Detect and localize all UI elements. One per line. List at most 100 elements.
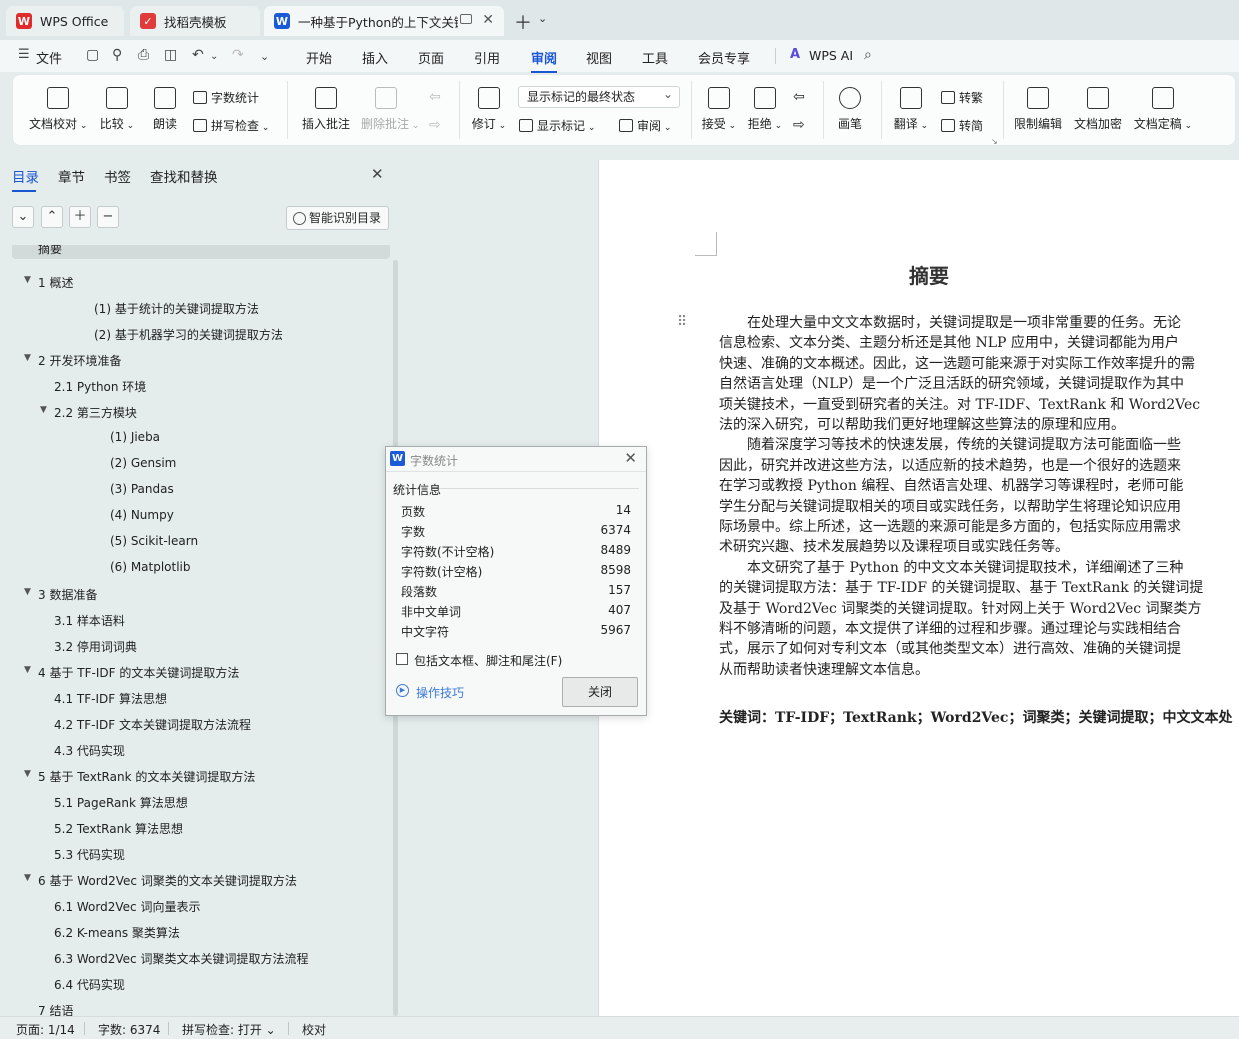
- encrypt-doc-button[interactable]: 文档加密: [1073, 87, 1123, 132]
- toc-item[interactable]: 5.2 TextRank 算法思想: [54, 820, 183, 837]
- more-chevron-icon[interactable]: ⌄: [260, 50, 269, 63]
- toc-item[interactable]: 2.1 Python 环境: [54, 378, 146, 395]
- expand-arrow-icon[interactable]: ▼: [24, 873, 31, 883]
- menu-view[interactable]: 视图: [586, 48, 612, 67]
- chevron-down-icon[interactable]: ⌄: [538, 12, 547, 25]
- toc-item[interactable]: 6.2 K-means 聚类算法: [54, 924, 180, 941]
- toc-item[interactable]: (3) Pandas: [110, 482, 174, 496]
- redo-icon[interactable]: ↷: [232, 47, 244, 63]
- toc-item-selected[interactable]: 摘要: [12, 245, 390, 259]
- toc-item[interactable]: ▼ 2 开发环境准备: [24, 352, 121, 369]
- smart-toc-button[interactable]: 智能识别目录: [286, 206, 389, 230]
- dialog-close-button[interactable]: 关闭: [562, 677, 638, 707]
- close-tab-icon[interactable]: ✕: [482, 12, 494, 28]
- menu-reference[interactable]: 引用: [474, 48, 500, 67]
- toc-item[interactable]: 4.2 TF-IDF 文本关键词提取方法流程: [54, 716, 251, 733]
- expand-arrow-icon[interactable]: ▼: [40, 405, 47, 415]
- expand-arrow-icon[interactable]: ▼: [24, 353, 31, 363]
- print-icon[interactable]: ⎙: [138, 47, 149, 63]
- nav-tab-toc[interactable]: 目录: [12, 166, 39, 192]
- markup-display-select[interactable]: 显示标记的最终状态: [518, 84, 680, 108]
- word-count-button[interactable]: 字数统计: [193, 89, 259, 106]
- undo-dropdown-icon[interactable]: ⌄: [210, 51, 218, 62]
- to-simplified-button[interactable]: 转简: [941, 117, 983, 134]
- show-markup-button[interactable]: 显示标记 ⌄: [519, 117, 595, 134]
- toc-item[interactable]: 4.1 TF-IDF 算法思想: [54, 690, 167, 707]
- toc-item[interactable]: ▼ 3 数据准备: [24, 586, 97, 603]
- toc-item[interactable]: (1) 基于统计的关键词提取方法: [94, 300, 259, 317]
- menu-start[interactable]: 开始: [306, 48, 332, 67]
- toc-item[interactable]: ▼ 6 基于 Word2Vec 词聚类的文本关键词提取方法: [24, 872, 297, 889]
- toc-item[interactable]: (2) Gensim: [110, 456, 176, 470]
- toc-item[interactable]: (4) Numpy: [110, 508, 174, 522]
- reject-button[interactable]: 拒绝 ⌄: [747, 87, 783, 132]
- menu-wps-ai[interactable]: WPS AI: [809, 48, 853, 63]
- restrict-edit-button[interactable]: 限制编辑: [1013, 87, 1063, 132]
- toc-item[interactable]: (5) Scikit-learn: [110, 534, 198, 548]
- new-tab-icon[interactable]: ＋: [514, 9, 532, 35]
- insert-comment-button[interactable]: 插入批注: [301, 87, 351, 132]
- search-icon[interactable]: ⌕: [864, 47, 872, 63]
- tips-link[interactable]: 操作技巧: [416, 684, 464, 701]
- toc-item[interactable]: (2) 基于机器学习的关键词提取方法: [94, 326, 283, 343]
- hamburger-icon[interactable]: ☰: [18, 47, 30, 62]
- drag-handle-icon[interactable]: ⠿: [677, 314, 687, 330]
- read-aloud-button[interactable]: 朗读: [149, 87, 181, 132]
- accept-button[interactable]: 接受 ⌄: [701, 87, 737, 132]
- status-proofread[interactable]: 校对: [302, 1021, 326, 1038]
- tab-document[interactable]: W 一种基于Python的上下文关键 ✕: [264, 6, 504, 36]
- tab-template[interactable]: ✓ 找稻壳模板: [130, 6, 260, 36]
- proofread-button[interactable]: 文档校对 ⌄: [29, 87, 87, 132]
- expand-up-button[interactable]: ⌃: [41, 206, 63, 228]
- toc-item[interactable]: 6.4 代码实现: [54, 976, 125, 993]
- expand-arrow-icon[interactable]: ▼: [24, 275, 31, 285]
- add-heading-button[interactable]: ＋: [69, 206, 91, 228]
- status-page[interactable]: 页面: 1/14: [16, 1021, 75, 1038]
- undo-icon[interactable]: ↶: [192, 47, 204, 63]
- toc-item[interactable]: 5.3 代码实现: [54, 846, 125, 863]
- expand-arrow-icon[interactable]: ▼: [24, 769, 31, 779]
- include-textbox-checkbox[interactable]: [396, 653, 408, 665]
- document-page[interactable]: 摘要 ⠿ 在处理大量中文文本数据时，关键词提取是一项非常重要的任务。无论 信息检索…: [598, 160, 1239, 1030]
- toc-item[interactable]: ▼ 2.2 第三方模块: [40, 404, 137, 421]
- next-comment-icon[interactable]: ⇨: [429, 117, 441, 133]
- spell-check-button[interactable]: 拼写检查 ⌄: [193, 117, 269, 134]
- expand-arrow-icon[interactable]: ▼: [24, 587, 31, 597]
- nav-tab-bookmarks[interactable]: 书签: [104, 166, 131, 186]
- toc-item[interactable]: 6.1 Word2Vec 词向量表示: [54, 898, 200, 915]
- nav-tab-find-replace[interactable]: 查找和替换: [150, 166, 218, 186]
- expand-group-icon[interactable]: ↘: [991, 137, 998, 146]
- toc-item[interactable]: (6) Matplotlib: [110, 560, 191, 574]
- delete-comment-button[interactable]: 删除批注 ⌄: [361, 87, 419, 132]
- toc-item[interactable]: 3.1 样本语料: [54, 612, 125, 629]
- dialog-close-icon[interactable]: ✕: [624, 449, 637, 467]
- compare-button[interactable]: 比较 ⌄: [97, 87, 137, 132]
- toc-item[interactable]: ▼ 5 基于 TextRank 的文本关键词提取方法: [24, 768, 255, 785]
- previous-change-icon[interactable]: ⇦: [793, 89, 805, 105]
- menu-file[interactable]: 文件: [36, 48, 62, 67]
- finalize-doc-button[interactable]: 文档定稿 ⌄: [1133, 87, 1193, 132]
- toc-item[interactable]: ▼ 4 基于 TF-IDF 的文本关键词提取方法: [24, 664, 239, 681]
- toc-item[interactable]: 3.2 停用词词典: [54, 638, 137, 655]
- next-change-icon[interactable]: ⇨: [793, 117, 805, 133]
- status-word-count[interactable]: 字数: 6374: [98, 1021, 160, 1038]
- menu-insert[interactable]: 插入: [362, 48, 388, 67]
- toc-item[interactable]: ▼ 1 概述: [24, 274, 73, 291]
- toc-item[interactable]: 6.3 Word2Vec 词聚类文本关键词提取方法流程: [54, 950, 308, 967]
- toc-item[interactable]: (1) Jieba: [110, 430, 160, 444]
- nav-tab-chapters[interactable]: 章节: [58, 166, 85, 186]
- expand-arrow-icon[interactable]: ▼: [24, 665, 31, 675]
- remove-heading-button[interactable]: −: [97, 206, 119, 228]
- menu-member[interactable]: 会员专享: [698, 48, 750, 67]
- previous-comment-icon[interactable]: ⇦: [429, 89, 441, 105]
- share-icon[interactable]: ⚲: [112, 47, 122, 63]
- to-traditional-button[interactable]: 转繁: [941, 89, 983, 106]
- monitor-icon[interactable]: [460, 14, 472, 24]
- close-pane-icon[interactable]: ✕: [371, 165, 384, 183]
- status-spell-check[interactable]: 拼写检查: 打开 ⌄: [182, 1021, 276, 1038]
- toc-item[interactable]: 5.1 PageRank 算法思想: [54, 794, 188, 811]
- pen-button[interactable]: 画笔: [835, 87, 865, 132]
- save-icon[interactable]: ▢: [86, 47, 99, 63]
- menu-tools[interactable]: 工具: [642, 48, 668, 67]
- menu-page[interactable]: 页面: [418, 48, 444, 67]
